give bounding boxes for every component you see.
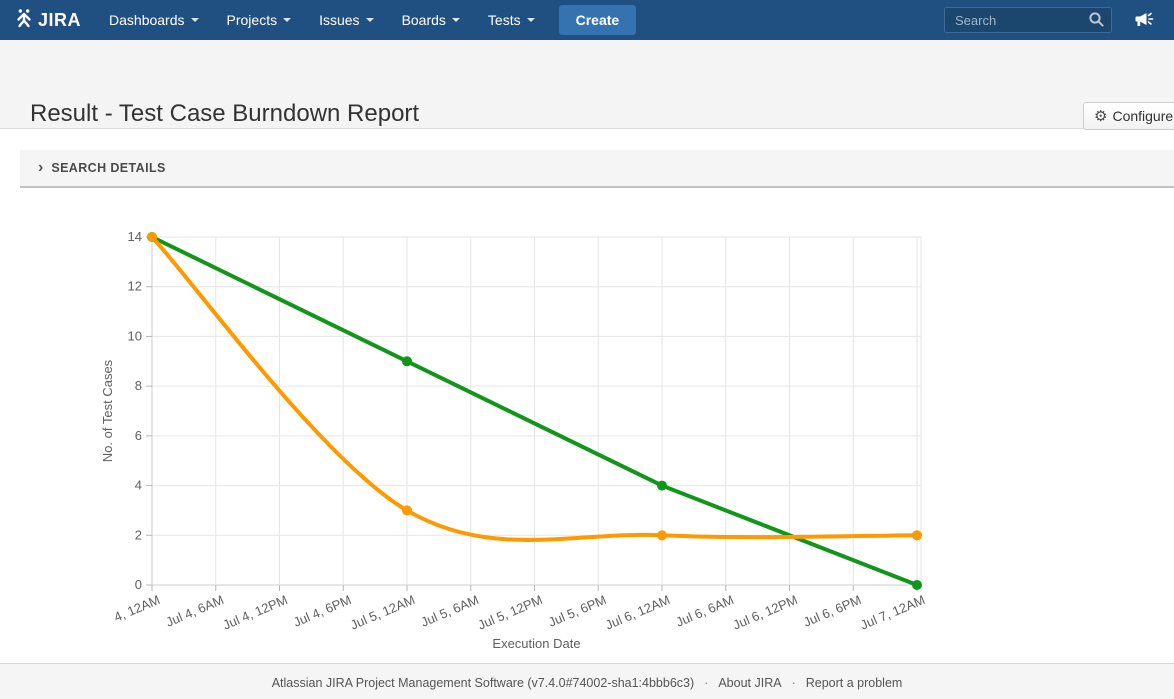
about-jira-link[interactable]: About JIRA (718, 676, 781, 690)
y-tick-label: 8 (135, 378, 142, 393)
y-tick-label: 12 (128, 279, 142, 294)
data-point-ideal-burndown-green (402, 356, 412, 366)
y-tick-label: 10 (128, 328, 142, 343)
page-footer: Atlassian JIRA Project Management Softwa… (0, 663, 1174, 699)
x-tick-label: Jul 6, 12PM (731, 592, 800, 633)
nav-item-tests[interactable]: Tests (474, 0, 549, 40)
chevron-down-icon (527, 18, 535, 22)
chevron-down-icon (366, 18, 374, 22)
jira-logo[interactable]: JIRA (14, 8, 81, 33)
nav-item-dashboards[interactable]: Dashboards (95, 0, 213, 40)
configure-button[interactable]: ⚙ Configure (1083, 102, 1174, 130)
x-tick-label: Jul 5, 12AM (348, 592, 417, 633)
page-header: Result - Test Case Burndown Report ⚙ Con… (0, 40, 1174, 129)
x-tick-label: Jul 5, 12PM (476, 592, 545, 633)
gear-icon: ⚙ (1094, 109, 1107, 124)
x-tick-label: 4, 12AM (112, 592, 162, 625)
x-tick-label: Jul 6, 12AM (603, 592, 672, 633)
y-tick-label: 4 (135, 478, 142, 493)
y-tick-label: 6 (135, 428, 142, 443)
x-tick-label: Jul 5, 6AM (419, 592, 481, 630)
feedback-megaphone-icon[interactable] (1132, 10, 1154, 30)
footer-separator: · (704, 676, 708, 690)
x-tick-label: Jul 7, 12AM (858, 592, 927, 633)
navbar-right (944, 7, 1160, 33)
burndown-chart-svg: 4, 12AMJul 4, 6AMJul 4, 12PMJul 4, 6PMJu… (0, 220, 940, 663)
search-input[interactable] (944, 7, 1112, 33)
nav-item-projects[interactable]: Projects (213, 0, 306, 40)
search-details-label: SEARCH DETAILS (51, 161, 165, 175)
search-details-toggle[interactable]: › SEARCH DETAILS (20, 150, 1174, 188)
jira-logo-icon (14, 8, 38, 33)
top-navbar: JIRA Dashboards Projects Issues Boards T… (0, 0, 1174, 40)
footer-version-text: Atlassian JIRA Project Management Softwa… (272, 676, 694, 690)
x-tick-label: Jul 6, 6PM (801, 592, 863, 630)
data-point-ideal-burndown-green (912, 580, 922, 590)
x-tick-label: Jul 5, 6PM (546, 592, 608, 630)
chevron-right-icon: › (38, 160, 43, 176)
data-point-actual-burndown-orange (912, 530, 922, 540)
x-tick-label: Jul 6, 6AM (674, 592, 736, 630)
data-point-ideal-burndown-green (657, 481, 667, 491)
nav-item-issues[interactable]: Issues (305, 0, 387, 40)
jira-brand-text: JIRA (38, 10, 81, 31)
page-title: Result - Test Case Burndown Report (30, 100, 419, 128)
data-point-actual-burndown-orange (402, 505, 412, 515)
nav-item-boards[interactable]: Boards (388, 0, 474, 40)
data-point-actual-burndown-orange (657, 530, 667, 540)
x-tick-label: Jul 4, 6AM (164, 592, 226, 630)
x-axis-title: Execution Date (492, 636, 580, 651)
x-tick-label: Jul 4, 12PM (221, 592, 290, 633)
create-button[interactable]: Create (559, 5, 637, 35)
y-tick-label: 14 (128, 229, 142, 244)
report-problem-link[interactable]: Report a problem (806, 676, 903, 690)
footer-separator: · (792, 676, 796, 690)
y-axis-title: No. of Test Cases (100, 359, 115, 462)
page: JIRA Dashboards Projects Issues Boards T… (0, 0, 1174, 699)
y-tick-label: 0 (135, 577, 142, 592)
chevron-down-icon (283, 18, 291, 22)
chevron-down-icon (452, 18, 460, 22)
search-icon[interactable] (1088, 11, 1105, 33)
y-tick-label: 2 (135, 527, 142, 542)
x-tick-label: Jul 4, 6PM (291, 592, 353, 630)
data-point-actual-burndown-orange (147, 232, 157, 242)
chevron-down-icon (191, 18, 199, 22)
burndown-chart: 4, 12AMJul 4, 6AMJul 4, 12PMJul 4, 6PMJu… (0, 220, 940, 663)
